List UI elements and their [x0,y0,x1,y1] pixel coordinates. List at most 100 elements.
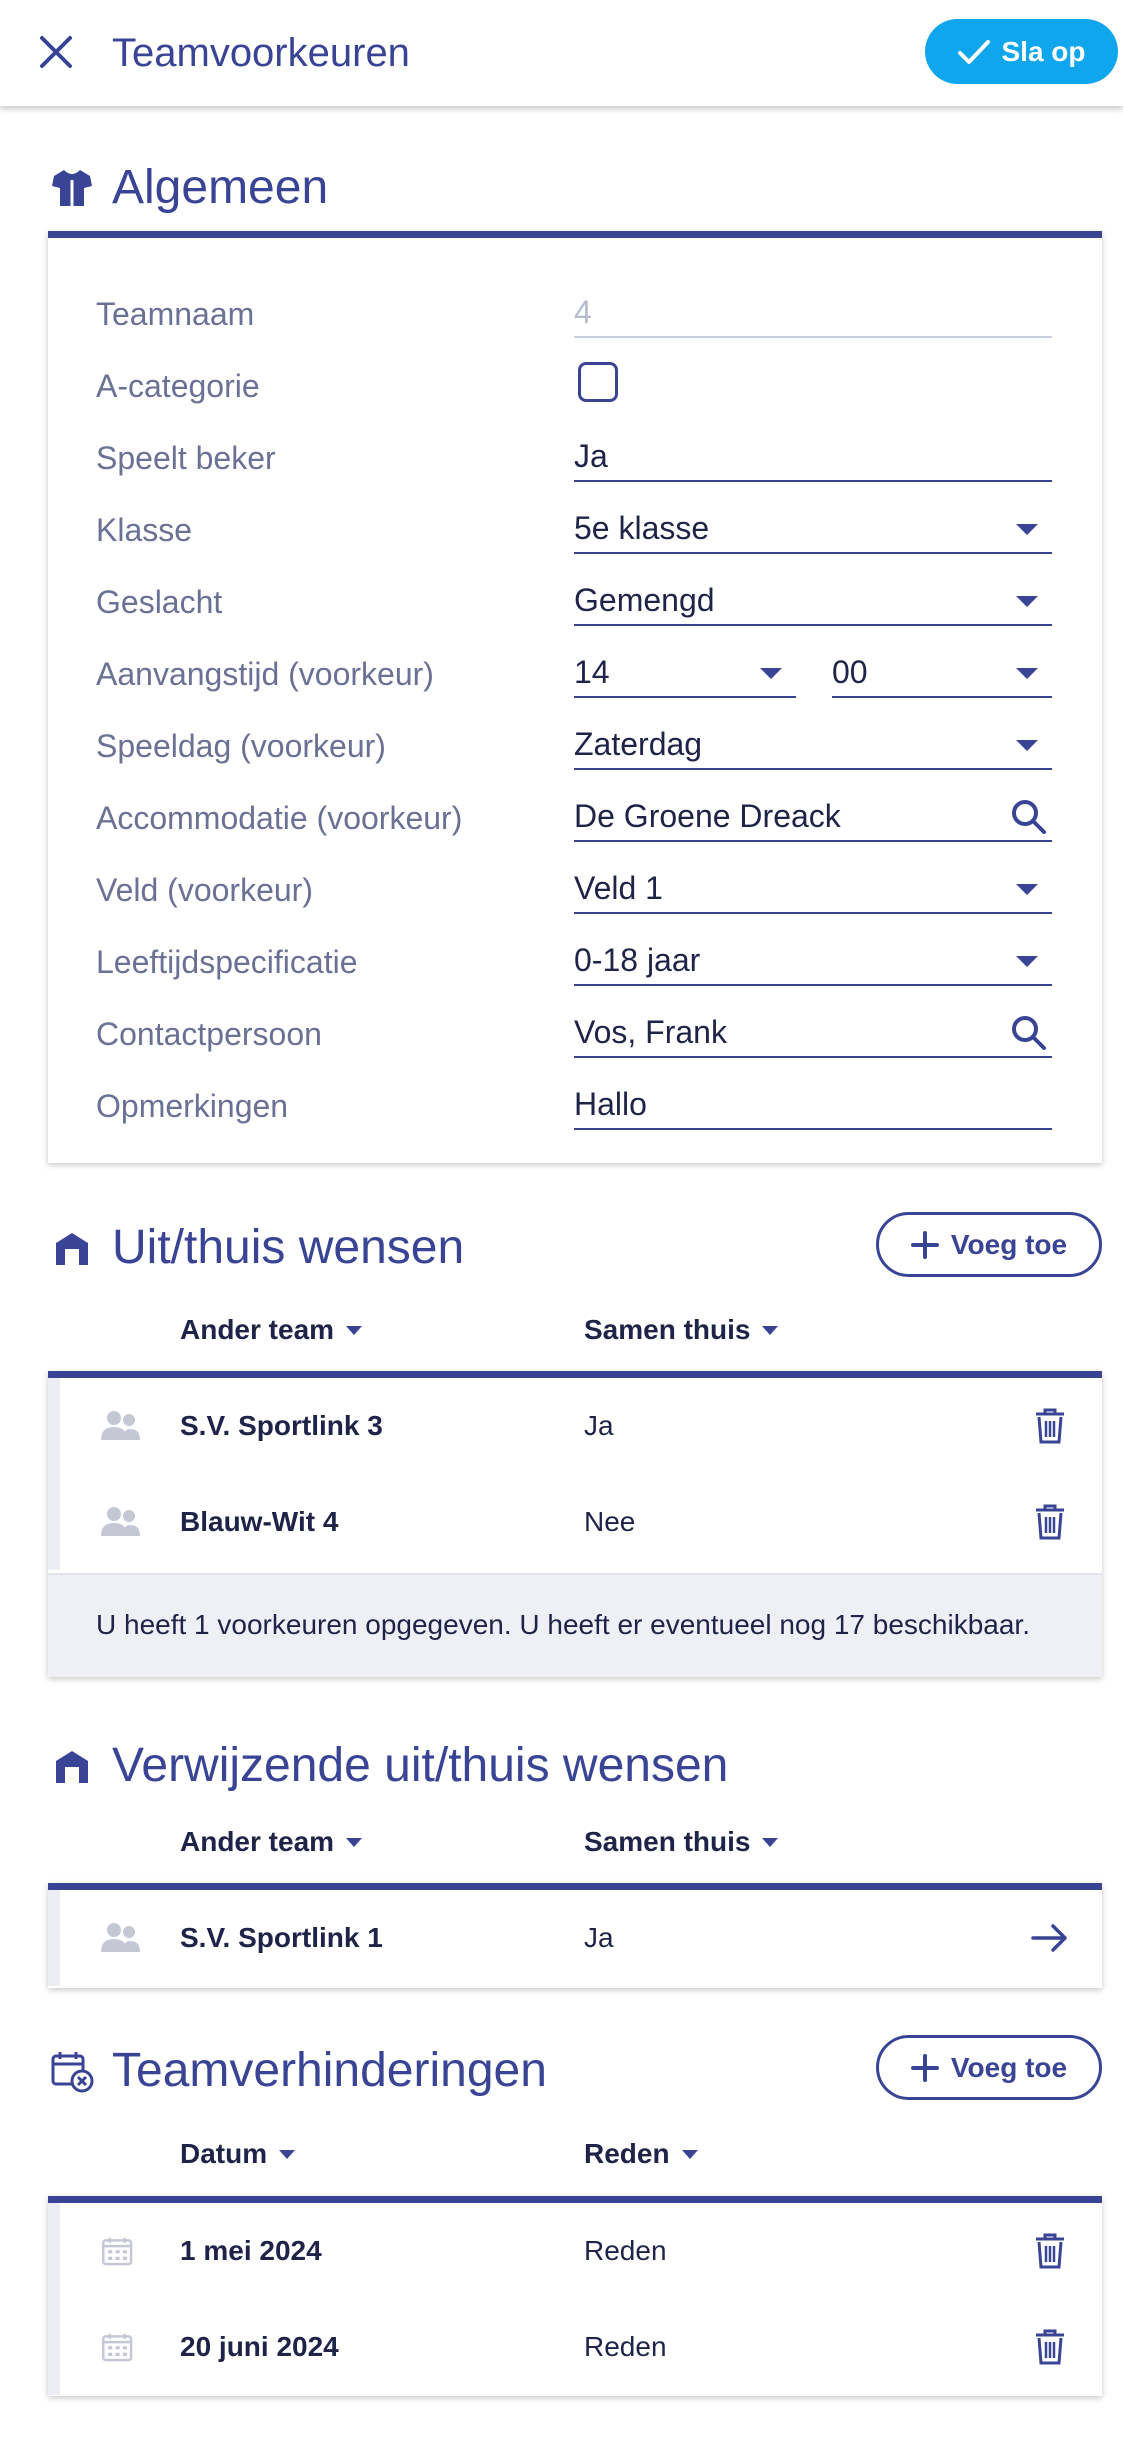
column-header-label: Ander team [180,1826,335,1857]
klasse-select[interactable]: 5e klasse [574,504,1052,554]
column-header-samen-thuis[interactable]: Samen thuis [584,1314,779,1346]
accommodatie-lookup[interactable]: De Groene Dreack [574,792,1052,842]
veld-select[interactable]: Veld 1 [574,864,1052,914]
geslacht-row: Geslacht Gemengd [48,572,1102,632]
accommodatie-value: De Groene Dreack [574,798,841,834]
home-away-section-title: Uit/thuis wensen [112,1221,465,1274]
blocks-card: 1 mei 2024 Reden 20 juni 2024 Reden [48,2196,1102,2396]
search-icon[interactable] [1010,798,1048,836]
delete-button[interactable] [1028,2229,1072,2273]
leeftijd-label: Leeftijdspecificatie [96,944,358,980]
chevron-down-icon [1016,956,1038,967]
info-text: U heeft 1 voorkeuren opgegeven. U heeft … [96,1609,1030,1640]
search-icon[interactable] [1010,1014,1048,1052]
sort-icon [762,1325,779,1335]
calendar-cancel-icon [48,2047,96,2095]
home-away-card: S.V. Sportlink 3 Ja Blauw-Wit 4 Nee U he… [48,1371,1102,1677]
teamnaam-label: Teamnaam [96,296,255,332]
contact-lookup[interactable]: Vos, Frank [574,1008,1052,1058]
add-home-away-button[interactable]: Voeg toe [876,1212,1102,1277]
speeldag-label: Speeldag (voorkeur) [96,728,386,764]
table-row[interactable]: 20 juni 2024 Reden [48,2299,1102,2395]
a-categorie-checkbox[interactable] [578,362,618,402]
save-button[interactable]: Sla op [925,19,1118,84]
check-icon [958,39,991,64]
app-bar: Teamvoorkeuren Sla op [0,0,1123,106]
aanvangstijd-hour-select[interactable]: 14 [574,648,796,698]
teamnaam-row: Teamnaam 4 [48,284,1102,344]
chevron-down-icon [1016,740,1038,751]
column-header-samen-thuis[interactable]: Samen thuis [584,1826,779,1858]
add-block-button[interactable]: Voeg toe [876,2035,1102,2100]
home-away-section-header: Uit/thuis wensen [48,1220,464,1276]
sort-icon [346,1837,363,1847]
home-icon [48,1224,96,1272]
trash-icon [1036,2329,1064,2365]
row-stripe [48,2299,60,2395]
geslacht-value: Gemengd [574,582,715,618]
klasse-label: Klasse [96,512,193,548]
column-header-reden[interactable]: Reden [584,2138,698,2170]
aanvangstijd-row: Aanvangstijd (voorkeur) 14 00 [48,644,1102,704]
team-name: S.V. Sportlink 3 [180,1410,383,1441]
column-header-label: Samen thuis [584,1826,751,1857]
referring-section-header: Verwijzende uit/thuis wensen [48,1738,728,1794]
speelt-beker-row: Speelt beker Ja [48,428,1102,488]
open-button[interactable] [1028,1916,1072,1960]
opmerkingen-field[interactable]: Hallo [574,1080,1052,1130]
team-name: Blauw-Wit 4 [180,1506,339,1537]
speelt-beker-field[interactable]: Ja [574,432,1052,482]
aanvangstijd-label: Aanvangstijd (voorkeur) [96,656,434,692]
chevron-down-icon [1016,596,1038,607]
calendar-icon [102,2333,133,2362]
column-header-ander-team[interactable]: Ander team [180,1826,363,1858]
delete-button[interactable] [1028,1404,1072,1448]
table-row[interactable]: S.V. Sportlink 3 Ja [48,1378,1102,1474]
sort-icon [279,2149,296,2159]
blocks-section-title: Teamverhinderingen [112,2044,547,2097]
row-stripe [48,1378,60,1474]
column-header-label: Datum [180,2138,268,2169]
leeftijd-value: 0-18 jaar [574,942,701,978]
blocks-section-header: Teamverhinderingen [48,2043,547,2099]
aanvangstijd-minute-value: 00 [832,654,868,690]
plus-icon [910,2053,939,2082]
speeldag-value: Zaterdag [574,726,703,762]
accommodatie-row: Accommodatie (voorkeur) De Groene Dreack [48,788,1102,848]
delete-button[interactable] [1028,1500,1072,1544]
table-row[interactable]: 1 mei 2024 Reden [48,2203,1102,2299]
column-header-datum[interactable]: Datum [180,2138,296,2170]
chevron-down-icon [1016,524,1038,535]
block-reason: Reden [584,2235,667,2266]
trash-icon [1036,1504,1064,1540]
leeftijd-row: Leeftijdspecificatie 0-18 jaar [48,932,1102,992]
delete-button[interactable] [1028,2325,1072,2369]
opmerkingen-label: Opmerkingen [96,1088,289,1124]
contact-value: Vos, Frank [574,1014,727,1050]
team-name: S.V. Sportlink 1 [180,1922,383,1953]
table-row[interactable]: Blauw-Wit 4 Nee [48,1474,1102,1570]
table-row[interactable]: S.V. Sportlink 1 Ja [48,1890,1102,1986]
speeldag-select[interactable]: Zaterdag [574,720,1052,770]
sort-icon [681,2149,698,2159]
column-header-label: Ander team [180,1314,335,1345]
close-button[interactable] [32,28,80,76]
general-section-header: Algemeen [48,160,328,216]
column-header-label: Reden [584,2138,670,2169]
together-value: Nee [584,1506,636,1537]
accommodatie-label: Accommodatie (voorkeur) [96,800,463,836]
geslacht-select[interactable]: Gemengd [574,576,1052,626]
klasse-row: Klasse 5e klasse [48,500,1102,560]
chevron-down-icon [1016,668,1038,679]
leeftijd-select[interactable]: 0-18 jaar [574,936,1052,986]
team-icon [101,1923,140,1952]
add-block-label: Voeg toe [950,2051,1068,2083]
teamnaam-field: 4 [574,288,1052,338]
page-title: Teamvoorkeuren [112,31,410,75]
column-header-ander-team[interactable]: Ander team [180,1314,363,1346]
aanvangstijd-minute-select[interactable]: 00 [832,648,1052,698]
info-bar: U heeft 1 voorkeuren opgegeven. U heeft … [48,1573,1102,1677]
close-icon [40,36,72,68]
referring-section-title: Verwijzende uit/thuis wensen [112,1739,729,1792]
contact-label: Contactpersoon [96,1016,322,1052]
